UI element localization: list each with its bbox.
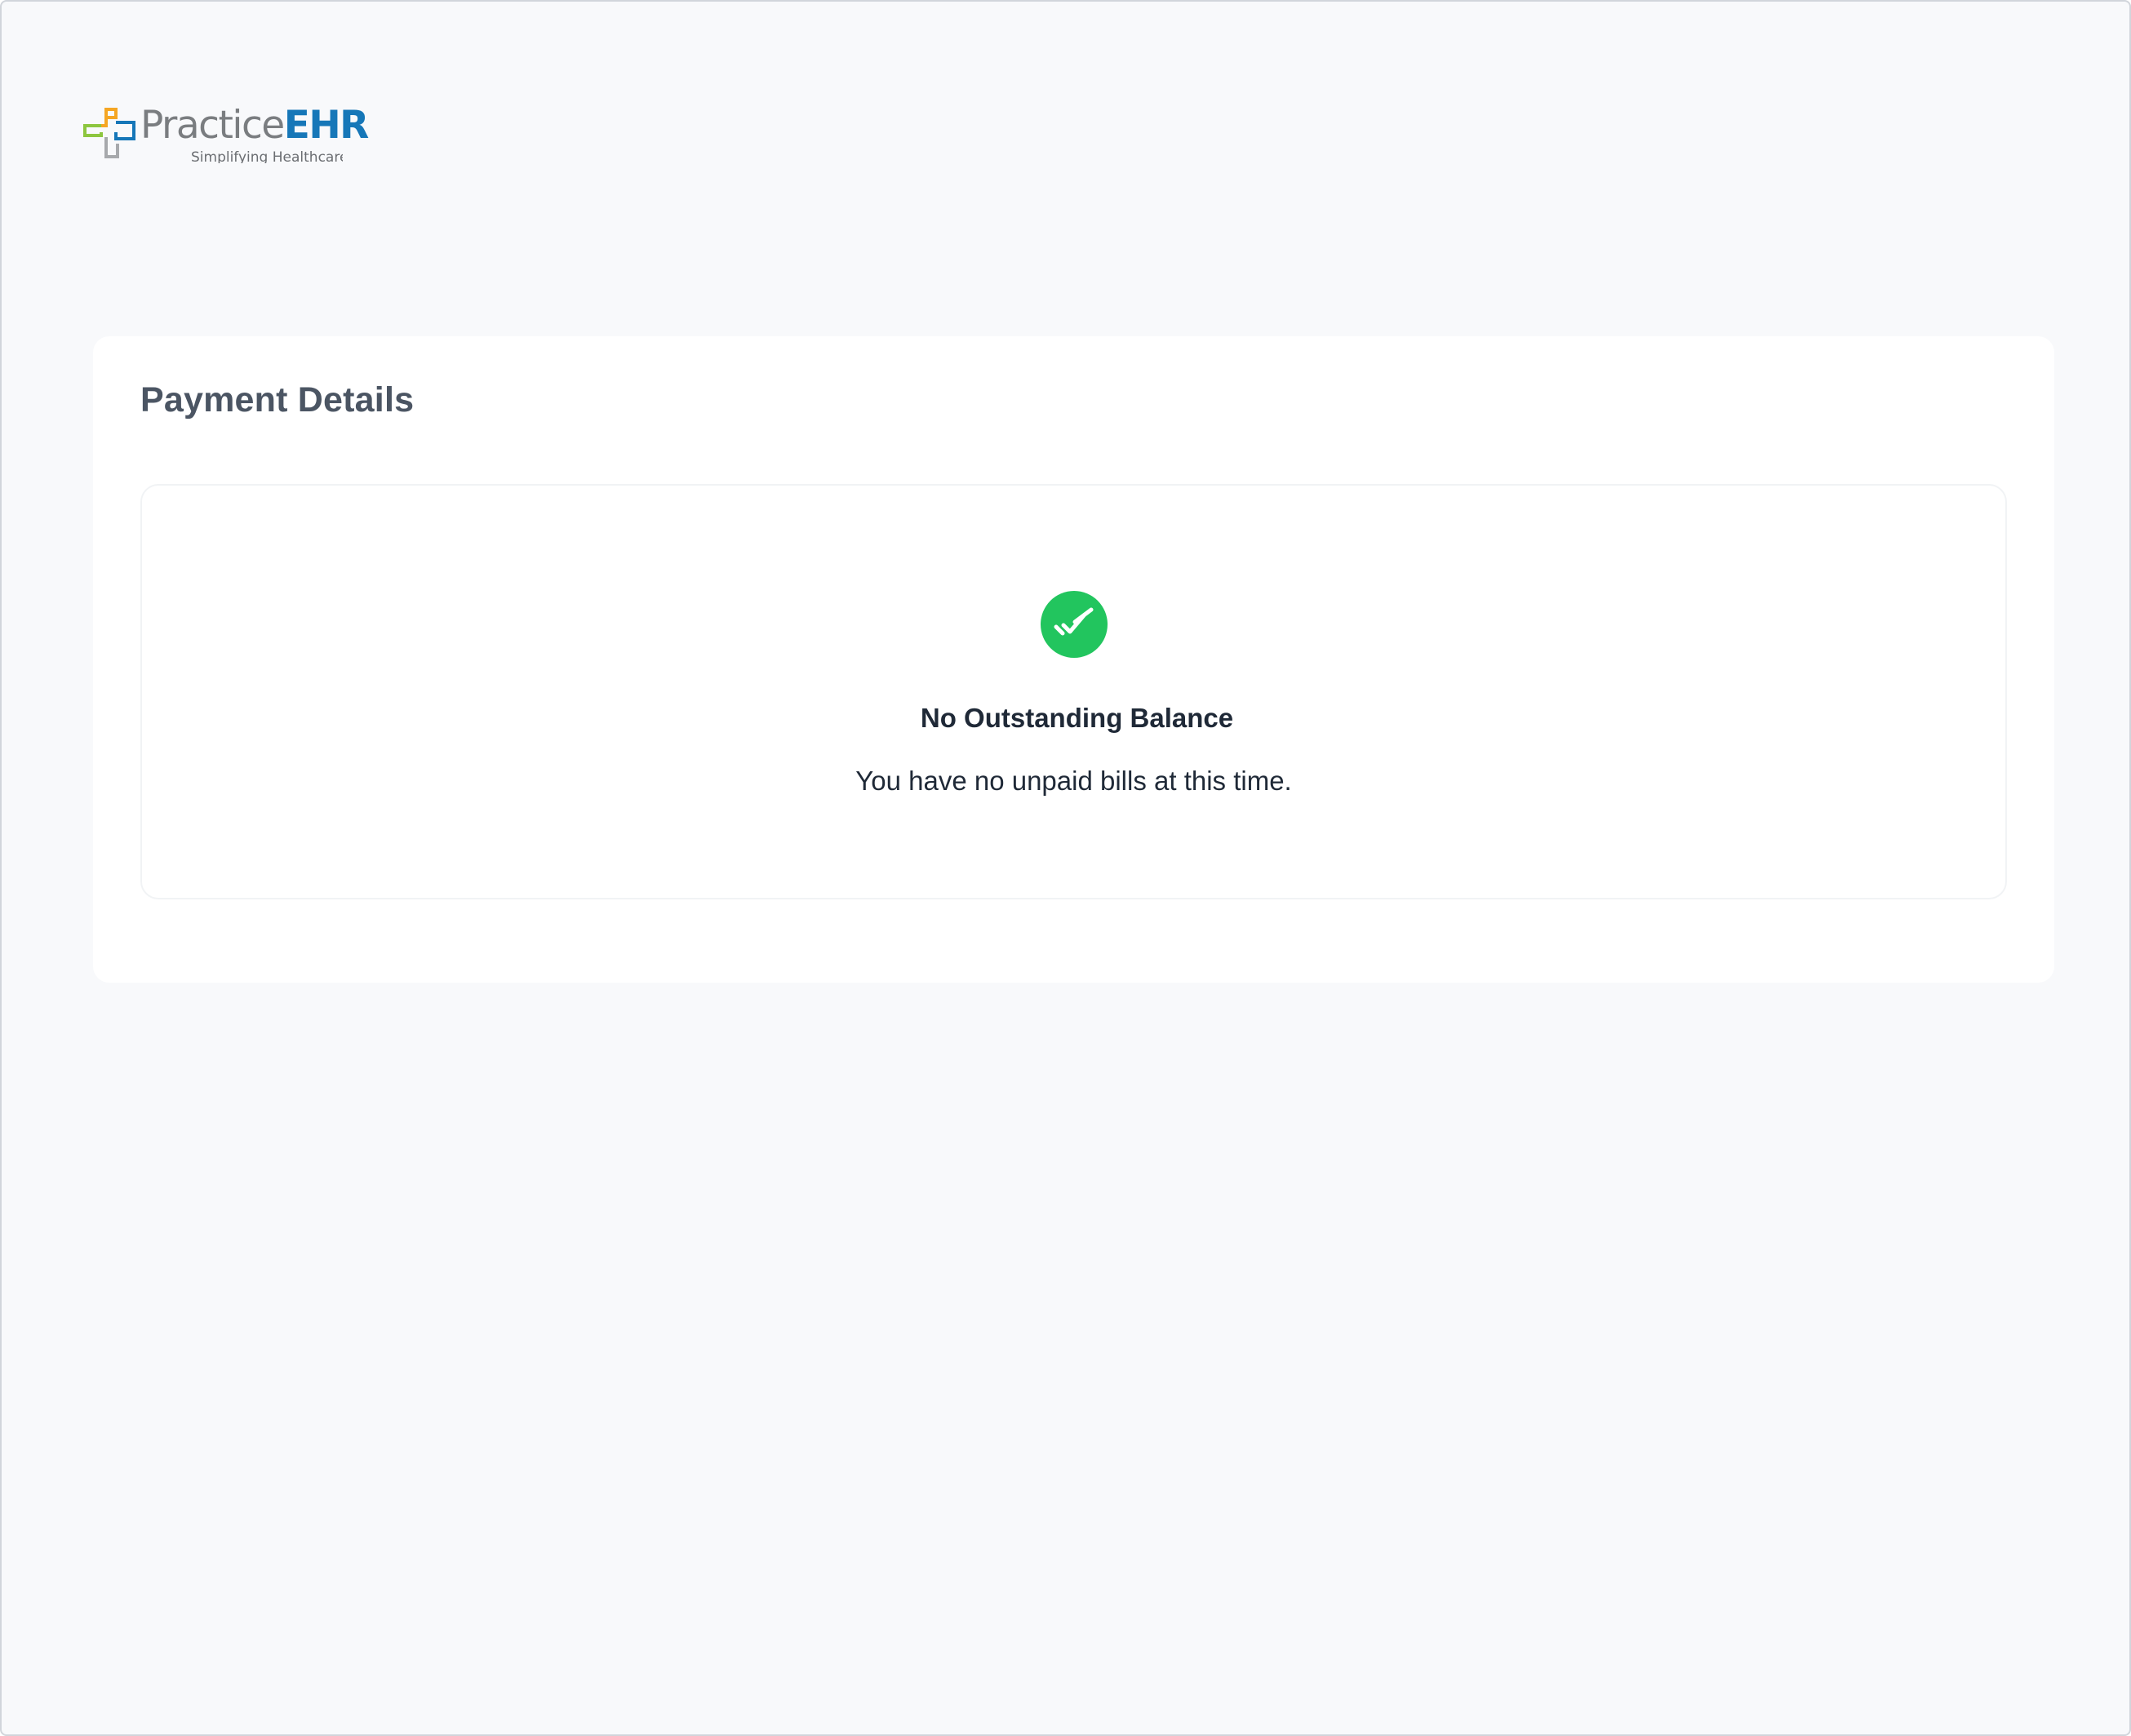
- empty-state-message: You have no unpaid bills at this time.: [855, 766, 1292, 796]
- brand-name-practice: Practice: [140, 103, 285, 148]
- no-balance-panel: No Outstanding Balance You have no unpai…: [140, 484, 2007, 899]
- payment-details-card: Payment Details No Outstanding Balance Y…: [93, 336, 2054, 983]
- page-title: Payment Details: [140, 380, 415, 420]
- empty-state-heading: No Outstanding Balance: [920, 703, 1234, 733]
- double-check-icon: [1041, 591, 1108, 658]
- app-window: PracticeEHR Simplifying Healthcare Payme…: [0, 0, 2131, 1736]
- practice-ehr-logo[interactable]: PracticeEHR Simplifying Healthcare: [82, 106, 369, 163]
- brand-tagline: Simplifying Healthcare: [191, 149, 343, 163]
- brand-name-ehr: EHR: [283, 103, 370, 148]
- practice-ehr-cross-icon: [83, 108, 135, 158]
- brand-wordmark: PracticeEHR: [140, 106, 369, 144]
